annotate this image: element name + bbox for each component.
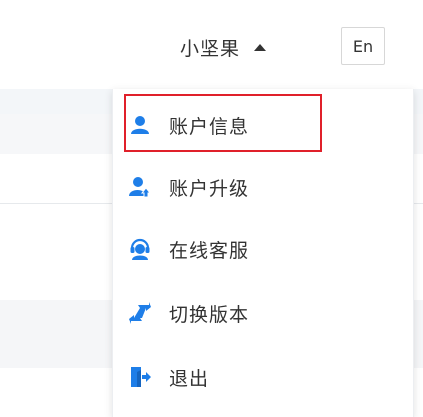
menu-item-label: 切换版本 bbox=[169, 303, 250, 326]
menu-item-label: 在线客服 bbox=[169, 239, 250, 262]
user-icon bbox=[129, 114, 151, 136]
top-header: 小坚果 En bbox=[0, 0, 423, 90]
user-upgrade-icon bbox=[129, 176, 151, 198]
menu-item-switch-version[interactable]: 切换版本 bbox=[113, 281, 413, 345]
headset-icon bbox=[129, 238, 151, 260]
swap-icon bbox=[129, 302, 151, 324]
language-toggle-button[interactable]: En bbox=[341, 27, 385, 65]
menu-item-account-upgrade[interactable]: 账户升级 bbox=[113, 155, 413, 219]
menu-item-label: 账户升级 bbox=[169, 177, 250, 200]
menu-item-online-support[interactable]: 在线客服 bbox=[113, 217, 413, 281]
menu-item-account-info[interactable]: 账户信息 bbox=[113, 93, 413, 157]
user-menu-trigger[interactable]: 小坚果 bbox=[180, 30, 267, 64]
menu-item-logout[interactable]: 退出 bbox=[113, 345, 413, 409]
logout-icon bbox=[129, 366, 151, 388]
page: 小坚果 En 账户信息 账户升级 在线客服 切换版本 退出 bbox=[0, 0, 423, 417]
caret-up-icon bbox=[254, 43, 267, 51]
user-dropdown-menu: 账户信息 账户升级 在线客服 切换版本 退出 bbox=[112, 89, 414, 417]
menu-item-label: 退出 bbox=[169, 367, 210, 390]
user-name: 小坚果 bbox=[180, 37, 241, 60]
menu-item-label: 账户信息 bbox=[169, 115, 250, 138]
